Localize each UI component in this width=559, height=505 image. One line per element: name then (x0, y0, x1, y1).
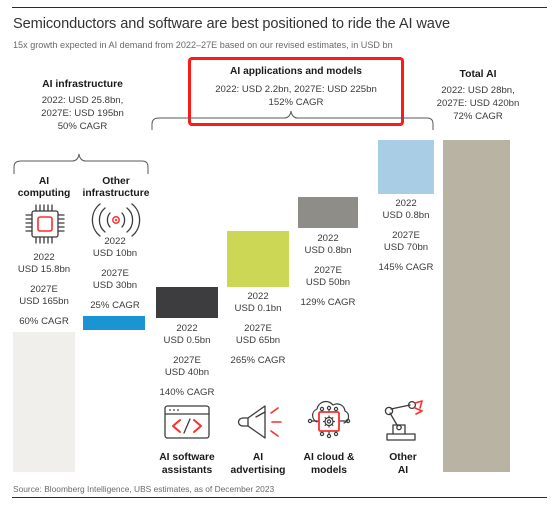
brace-ai-infrastructure (13, 153, 149, 174)
bar-ai-advertising (227, 231, 289, 287)
group-ai-infrastructure: AI infrastructure 2022: USD 25.8bn, 2027… (10, 78, 155, 133)
stats-other-ai-2022-value: USD 0.8bn (382, 210, 430, 222)
cloud-chip-icon (306, 400, 352, 442)
stats-other-ai-cagr: 145% CAGR (378, 261, 434, 273)
category-label-ai-advertising: AI advertising (223, 452, 293, 477)
stats-ai-advertising-2027-value: USD 65bn (235, 335, 281, 347)
brace-ai-applications (151, 110, 434, 130)
subcolumn-ai-computing-line1: AI (38, 176, 50, 187)
category-label-ai-cloud-models-line2: models (310, 464, 348, 476)
stats-ai-computing-2027-value: USD 165bn (19, 296, 69, 308)
bar-total-ai (443, 140, 510, 472)
page-subtitle: 15x growth expected in AI demand from 20… (13, 40, 393, 50)
stats-ai-software-assistants: 2022 USD 0.5bn 2027E USD 40bn 140% CAGR (152, 323, 222, 399)
stats-ai-advertising-2027-label: 2027E (244, 322, 272, 334)
stats-ai-advertising: 2022 USD 0.1bn 2027E USD 65bn 265% CAGR (223, 291, 293, 367)
stats-ai-advertising-cagr: 265% CAGR (230, 354, 286, 366)
group-ai-infrastructure-line3: 50% CAGR (57, 120, 108, 132)
top-divider (12, 7, 547, 8)
subcolumn-other-infrastructure: Other infrastructure (78, 176, 154, 201)
stats-ai-cloud-models-cagr: 129% CAGR (300, 296, 356, 308)
category-label-other-ai-line1: Other (389, 452, 417, 463)
bottom-divider (12, 497, 547, 498)
category-label-ai-software-assistants-line1: AI software (159, 452, 215, 463)
stats-ai-computing: 2022 USD 15.8bn 2027E USD 165bn 60% CAGR (8, 252, 80, 328)
stats-ai-software-assistants-2022-value: USD 0.5bn (163, 335, 211, 347)
group-total-ai-line3: 72% CAGR (453, 110, 503, 122)
category-label-ai-advertising-line1: AI (252, 452, 264, 463)
stats-ai-cloud-models-2027-value: USD 50bn (305, 277, 351, 289)
stats-ai-cloud-models-2027-label: 2027E (314, 264, 342, 276)
subcolumn-ai-computing-line2: computing (17, 188, 71, 200)
subcolumn-other-infrastructure-line2: infrastructure (82, 188, 150, 200)
page-title: Semiconductors and software are best pos… (13, 16, 451, 32)
bar-ai-software-assistants (156, 287, 218, 318)
stats-other-infrastructure-2022-label: 2022 (104, 236, 126, 247)
group-ai-infrastructure-line1: 2022: USD 25.8bn, (41, 95, 124, 106)
group-total-ai-line1: 2022: USD 28bn, (441, 85, 515, 96)
source-note: Source: Bloomberg Intelligence, UBS esti… (13, 484, 275, 494)
bar-other-ai (378, 140, 434, 194)
wireless-signal-icon (91, 203, 141, 237)
stats-ai-advertising-2022-label: 2022 (247, 291, 269, 302)
stats-ai-computing-2027-label: 2027E (30, 283, 58, 295)
group-ai-infrastructure-line2: 2027E: USD 195bn (41, 107, 124, 119)
group-total-ai-title: Total AI (459, 69, 497, 80)
category-label-ai-software-assistants-line2: assistants (161, 464, 213, 476)
stats-other-ai: 2022 USD 0.8bn 2027E USD 70bn 145% CAGR (371, 198, 441, 274)
microchip-icon (25, 202, 65, 244)
stats-ai-cloud-models: 2022 USD 0.8bn 2027E USD 50bn 129% CAGR (293, 233, 363, 309)
category-label-ai-software-assistants: AI software assistants (152, 452, 222, 477)
category-label-ai-advertising-line2: advertising (230, 464, 286, 476)
stats-ai-cloud-models-2022-value: USD 0.8bn (304, 245, 352, 257)
group-total-ai-line2: 2027E: USD 420bn (436, 97, 520, 109)
stats-other-infrastructure: 2022 USD 10bn 2027E USD 30bn 25% CAGR (80, 236, 150, 312)
stats-ai-advertising-2022-value: USD 0.1bn (234, 303, 282, 315)
stats-other-infrastructure-2027-value: USD 30bn (92, 280, 138, 292)
ai-applications-callout-line1: 2022: USD 2.2bn, 2027E: USD 225bn (215, 84, 377, 95)
stats-ai-computing-2022-label: 2022 (33, 252, 55, 263)
stats-other-infrastructure-2022-value: USD 10bn (92, 248, 138, 260)
stats-ai-software-assistants-2027-value: USD 40bn (164, 367, 210, 379)
stats-ai-cloud-models-2022-label: 2022 (317, 233, 339, 244)
category-label-other-ai: Other AI (372, 452, 434, 477)
ai-applications-callout-title: AI applications and models (230, 66, 362, 77)
group-ai-infrastructure-title: AI infrastructure (42, 79, 123, 90)
category-label-ai-cloud-models: AI cloud & models (293, 452, 365, 477)
stats-other-infrastructure-2027-label: 2027E (101, 267, 129, 279)
code-window-icon (163, 404, 211, 440)
stats-ai-computing-cagr: 60% CAGR (19, 315, 69, 327)
subcolumn-other-infrastructure-line1: Other (102, 176, 130, 187)
robot-arm-icon (381, 400, 427, 442)
stats-other-infrastructure-cagr: 25% CAGR (90, 299, 140, 311)
stats-other-ai-2027-value: USD 70bn (383, 242, 429, 254)
group-total-ai: Total AI 2022: USD 28bn, 2027E: USD 420b… (423, 68, 533, 123)
stats-ai-software-assistants-2022-label: 2022 (176, 323, 198, 334)
stats-other-ai-2022-label: 2022 (395, 198, 417, 209)
stats-ai-software-assistants-2027-label: 2027E (173, 354, 201, 366)
bar-ai-cloud-models (298, 197, 358, 228)
megaphone-icon (236, 403, 284, 441)
stats-ai-software-assistants-cagr: 140% CAGR (159, 386, 215, 398)
bar-ai-computing (13, 332, 75, 472)
category-label-other-ai-line2: AI (397, 464, 409, 476)
chart-canvas: Semiconductors and software are best pos… (0, 0, 559, 505)
bar-other-infrastructure (83, 316, 145, 330)
stats-other-ai-2027-label: 2027E (392, 229, 420, 241)
subcolumn-ai-computing: AI computing (13, 176, 75, 201)
category-label-ai-cloud-models-line1: AI cloud & (303, 452, 355, 463)
stats-ai-computing-2022-value: USD 15.8bn (17, 264, 71, 276)
